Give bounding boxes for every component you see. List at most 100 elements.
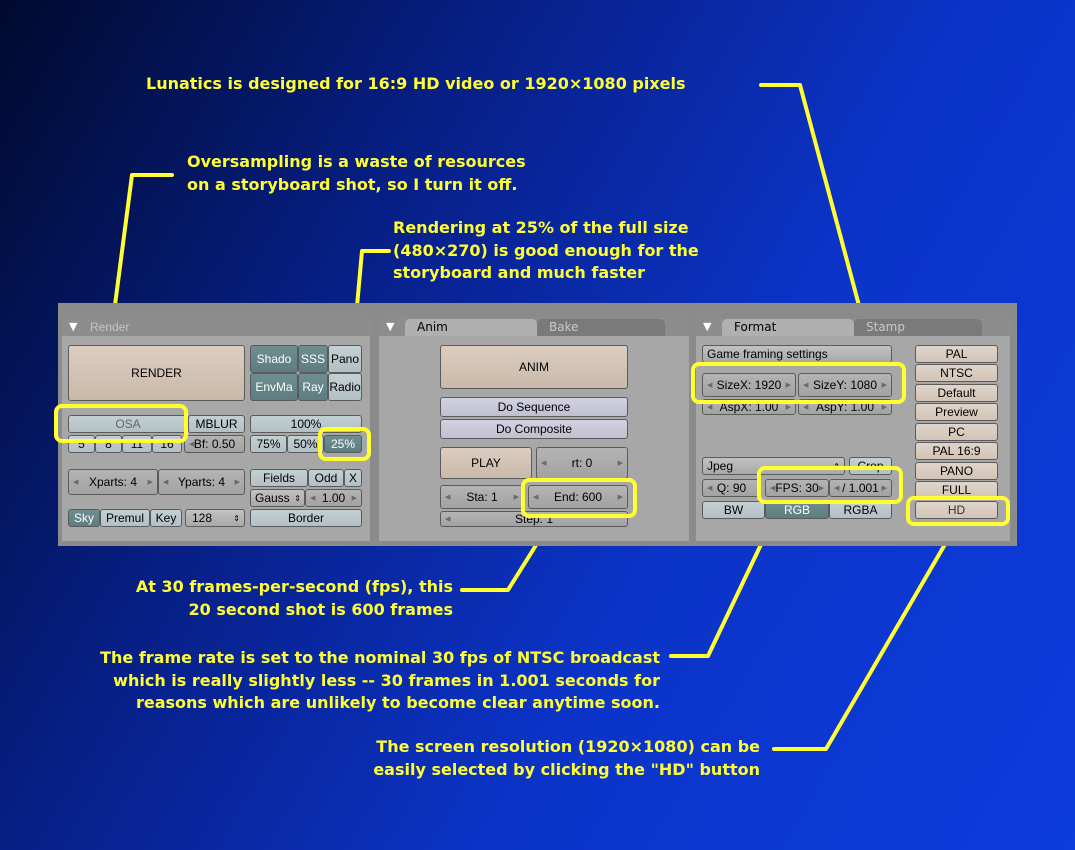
shadow-toggle[interactable]: Shado: [250, 345, 298, 373]
odd-toggle[interactable]: Odd: [308, 469, 344, 487]
filter-type-select[interactable]: Gauss ⇕: [250, 489, 305, 507]
file-format-value: Jpeg: [707, 459, 734, 473]
mblur-toggle[interactable]: MBLUR: [188, 415, 245, 433]
decrement-arrow-icon[interactable]: ◀: [189, 440, 194, 448]
decrement-arrow-icon[interactable]: ◀: [445, 515, 450, 523]
premul-toggle[interactable]: Premul: [100, 509, 150, 527]
render-panel-header[interactable]: ▼ Render: [62, 318, 370, 336]
increment-arrow-icon[interactable]: ▶: [514, 493, 519, 501]
decrement-arrow-icon[interactable]: ◀: [541, 459, 546, 467]
radio-toggle[interactable]: Radio: [328, 373, 362, 401]
updown-arrows-icon: ⇕: [294, 493, 301, 503]
filter-type-value: Gauss: [255, 491, 290, 505]
osa-annotation-line: on a storyboard shot, so I turn it off.: [187, 174, 518, 194]
yparts-field[interactable]: ◀ Yparts: 4 ▶: [158, 469, 245, 495]
do-sequence-toggle[interactable]: Do Sequence: [440, 397, 628, 417]
tab-format[interactable]: Format: [722, 319, 854, 336]
quality-value: Q: 90: [716, 481, 747, 495]
blur-factor-field[interactable]: ◀ Bf: 0.50: [184, 435, 245, 453]
frames-annotation-line: At 30 frames-per-second (fps), this: [135, 577, 453, 596]
bit-depth-value: 128: [192, 511, 213, 525]
format-panel-header: ▼ Format Stamp: [696, 318, 1010, 336]
yparts-value: Yparts: 4: [177, 475, 226, 489]
key-toggle[interactable]: Key: [150, 509, 182, 527]
tab-stamp[interactable]: Stamp: [854, 319, 982, 336]
hd-connector-line: [772, 520, 960, 751]
decrement-arrow-icon[interactable]: ◀: [445, 493, 450, 501]
start-frame-field[interactable]: ◀ Sta: 1 ▶: [440, 485, 524, 509]
decrement-arrow-icon[interactable]: ◀: [73, 478, 78, 486]
decrement-arrow-icon[interactable]: ◀: [707, 484, 712, 492]
fps-annotation-line: The frame rate is set to the nominal 30 …: [100, 648, 660, 667]
fps-highlight: [757, 466, 903, 504]
render-button[interactable]: RENDER: [68, 345, 245, 401]
increment-arrow-icon[interactable]: ▶: [618, 459, 623, 467]
preset-ntsc-button[interactable]: NTSC: [915, 364, 998, 382]
preset-default-button[interactable]: Default: [915, 384, 998, 402]
increment-arrow-icon[interactable]: ▶: [148, 478, 153, 486]
collapse-triangle-icon[interactable]: ▼: [69, 321, 77, 333]
fps-annotation-line: which is really slightly less -- 30 fram…: [113, 670, 660, 690]
hd-highlight: [906, 496, 1010, 526]
xparts-value: Xparts: 4: [88, 475, 138, 489]
increment-arrow-icon[interactable]: ▶: [882, 403, 887, 411]
preset-pano-button[interactable]: PANO: [915, 462, 998, 480]
frames-annotation: At 30 frames-per-second (fps), this 20 s…: [136, 576, 453, 621]
preset-pc-button[interactable]: PC: [915, 423, 998, 441]
tab-bake[interactable]: Bake: [537, 319, 665, 336]
increment-arrow-icon[interactable]: ▶: [352, 494, 357, 502]
blur-factor-value: Bf: 0.50: [193, 437, 236, 451]
fps-annotation-line: reasons which are unlikely to become cle…: [135, 693, 660, 712]
rt-value: rt: 0: [571, 456, 593, 470]
quality-field[interactable]: ◀ Q: 90: [702, 479, 761, 497]
updown-arrows-icon: ⇕: [233, 513, 240, 523]
fields-toggle[interactable]: Fields: [250, 469, 308, 487]
hd-annotation-line: easily selected by clicking the "HD" but…: [373, 759, 760, 779]
do-composite-toggle[interactable]: Do Composite: [440, 419, 628, 439]
size-highlight: [691, 362, 906, 404]
decrement-arrow-icon[interactable]: ◀: [310, 494, 315, 502]
border-toggle[interactable]: Border: [250, 509, 362, 527]
tab-anim[interactable]: Anim: [405, 319, 537, 336]
resolution-annotation: Lunatics is designed for 16:9 HD video o…: [146, 74, 686, 93]
start-frame-value: Sta: 1: [466, 490, 498, 504]
game-framing-button[interactable]: Game framing settings: [702, 345, 892, 363]
rt-field[interactable]: ◀ rt: 0 ▶: [536, 447, 628, 479]
ray-toggle[interactable]: Ray: [298, 373, 328, 401]
bw-toggle[interactable]: BW: [702, 501, 765, 519]
size-75-button[interactable]: 75%: [250, 435, 287, 453]
osa-highlight: [54, 404, 188, 443]
increment-arrow-icon[interactable]: ▶: [235, 478, 240, 486]
collapse-triangle-icon[interactable]: ▼: [386, 321, 394, 333]
pano-toggle[interactable]: Pano: [328, 345, 362, 373]
decrement-arrow-icon[interactable]: ◀: [707, 403, 712, 411]
xparts-field[interactable]: ◀ Xparts: 4 ▶: [68, 469, 158, 495]
increment-arrow-icon[interactable]: ▶: [786, 403, 791, 411]
play-button[interactable]: PLAY: [440, 447, 532, 479]
preset-preview-button[interactable]: Preview: [915, 403, 998, 421]
preset-pal169-button[interactable]: PAL 16:9: [915, 442, 998, 460]
anim-button[interactable]: ANIM: [440, 345, 628, 389]
decrement-arrow-icon[interactable]: ◀: [163, 478, 168, 486]
x-toggle[interactable]: X: [344, 469, 362, 487]
sss-toggle[interactable]: SSS: [298, 345, 328, 373]
scale-annotation-line: (480×270) is good enough for the: [393, 240, 699, 260]
sky-toggle[interactable]: Sky: [68, 509, 100, 527]
filter-size-value: 1.00: [321, 491, 346, 505]
osa-annotation: Oversampling is a waste of resources on …: [187, 151, 526, 196]
render-panel-title: Render: [90, 320, 130, 334]
end-frame-highlight: [521, 478, 637, 518]
osa-annotation-line: Oversampling is a waste of resources: [187, 152, 526, 171]
envmap-toggle[interactable]: EnvMa: [250, 373, 298, 401]
bit-depth-select[interactable]: 128 ⇕: [185, 509, 245, 527]
hd-annotation: The screen resolution (1920×1080) can be…: [373, 736, 760, 781]
scale-annotation: Rendering at 25% of the full size (480×2…: [393, 217, 699, 285]
scale-annotation-line: Rendering at 25% of the full size: [393, 218, 689, 237]
scale-highlight: [318, 427, 371, 461]
filter-size-field[interactable]: ◀ 1.00 ▶: [305, 489, 362, 507]
collapse-triangle-icon[interactable]: ▼: [703, 321, 711, 333]
scale-annotation-line: storyboard and much faster: [393, 263, 646, 282]
decrement-arrow-icon[interactable]: ◀: [803, 403, 808, 411]
preset-pal-button[interactable]: PAL: [915, 345, 998, 363]
frames-annotation-line: 20 second shot is 600 frames: [188, 599, 453, 619]
